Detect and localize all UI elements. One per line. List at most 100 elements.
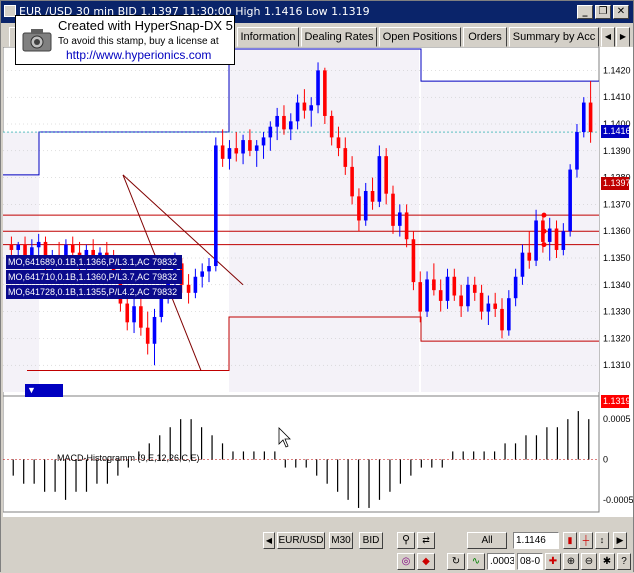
candle-body: [132, 306, 136, 323]
y-tick-label: 1.1350: [603, 253, 631, 263]
candle-body: [432, 279, 436, 291]
candle-body: [323, 70, 327, 116]
macd-label: MACD-Histogramm (9,E,12,26,C,E): [57, 453, 200, 463]
macd-tick-label: 0.0005: [603, 414, 631, 424]
candle-body: [418, 282, 423, 312]
tab-open-positions[interactable]: Open Positions: [379, 27, 461, 47]
maximize-button[interactable]: ❐: [595, 5, 611, 19]
tab-scroll-left-icon[interactable]: ◀: [601, 27, 615, 47]
candle-body: [186, 284, 191, 293]
candle-body: [241, 140, 245, 154]
zoom-icon[interactable]: ⚲: [397, 532, 415, 549]
chart-toolbar: ◀ EUR/USD M30 BID ⚲ ⇄ All 1.1146 ▮ ┼ ↕ ▶: [1, 530, 633, 552]
tab-dealing-rates[interactable]: Dealing Rates: [301, 27, 377, 47]
candle-body: [493, 303, 497, 309]
status-bar: ◎ ◆ ↻ ∿ .0003 08-0 ✚ ⊕ ⊖ ✱ ?: [1, 551, 633, 573]
y-tick-label: 1.1420: [603, 65, 631, 75]
order-label-3[interactable]: MO,641728,0.1B,1.1355,P/L4.2,AC 79832: [6, 285, 182, 299]
candle-body: [36, 241, 41, 248]
settings-icon[interactable]: ✱: [599, 553, 615, 570]
minimize-button[interactable]: _: [577, 5, 593, 19]
candle-body: [220, 145, 225, 159]
stamp-line-2: To avoid this stamp, buy a license at: [58, 36, 219, 47]
candle-body: [452, 276, 457, 296]
candle-body: [568, 169, 572, 232]
line-icon[interactable]: ↕: [595, 532, 609, 549]
crosshair-icon[interactable]: ◎: [397, 553, 415, 570]
macd-tick-label: 0: [603, 455, 608, 465]
close-button[interactable]: ✕: [613, 5, 629, 19]
order-label-2[interactable]: MO,641710,0.1B,1.1360,P/L3.7,AC 79832: [6, 270, 182, 284]
candle-body: [391, 193, 395, 226]
y-tick-label: 1.1410: [603, 92, 631, 102]
alert-price-tag[interactable]: ▼ 1.1260: [25, 384, 63, 408]
status-field-1: .0003: [487, 553, 515, 570]
y-tick-label: 1.1360: [603, 226, 631, 236]
candle-body: [534, 220, 538, 261]
candle-body: [329, 115, 334, 138]
bars-icon[interactable]: ┼: [579, 532, 593, 549]
y-tick-label: 1.1370: [603, 199, 631, 209]
stamp-link[interactable]: http://www.hyperionics.com: [66, 48, 211, 62]
tab-summary-by-account[interactable]: Summary by Acc: [509, 27, 599, 47]
candle-body: [295, 102, 300, 122]
camera-icon: [22, 29, 52, 52]
all-button[interactable]: All: [467, 532, 507, 549]
candle-body: [145, 327, 150, 344]
refresh-icon[interactable]: ↻: [447, 553, 465, 570]
arrows-icon[interactable]: ⇄: [417, 532, 435, 549]
help-icon[interactable]: ?: [617, 553, 631, 570]
candle-body: [588, 102, 593, 133]
symbol-button[interactable]: EUR/USD: [277, 532, 325, 549]
y-tick-label: 1.1320: [603, 333, 631, 343]
y-tick-label: 1.1330: [603, 307, 631, 317]
candle-body: [139, 306, 143, 328]
candle-body: [377, 156, 382, 202]
status-field-2: 08-0: [517, 553, 543, 570]
candle-body: [527, 252, 532, 261]
zoom-out-icon[interactable]: ⊖: [581, 553, 597, 570]
tab-orders[interactable]: Orders: [463, 27, 507, 47]
candle-body: [398, 212, 402, 226]
candle-body: [520, 252, 525, 277]
candle-body: [472, 284, 477, 293]
candle-body: [507, 298, 511, 331]
candles-icon[interactable]: ▮: [563, 532, 577, 549]
color-icon[interactable]: ✚: [545, 553, 561, 570]
timeframe-button[interactable]: M30: [329, 532, 353, 549]
candle-body: [513, 276, 518, 299]
scroll-left-icon[interactable]: ◀: [263, 532, 275, 549]
bid-button[interactable]: BID: [359, 532, 383, 549]
y-tick-label: 1.1390: [603, 146, 631, 156]
candle-body: [234, 148, 239, 154]
candle-body: [261, 137, 266, 146]
candle-body: [282, 115, 286, 130]
candle-body: [466, 284, 470, 307]
candle-body: [268, 126, 273, 138]
scroll-right-icon[interactable]: ▶: [613, 532, 627, 549]
order-label-1[interactable]: MO,641689,0.1B,1.1366,P/L3.1,AC 79832: [6, 255, 182, 269]
candle-body: [363, 191, 368, 221]
candle-body: [438, 290, 443, 301]
candle-body: [479, 292, 484, 312]
candle-body: [500, 308, 504, 331]
diamond-icon[interactable]: ◆: [417, 553, 435, 570]
candle-body: [248, 140, 252, 151]
candle-body: [302, 102, 307, 111]
candle-body: [193, 276, 198, 293]
hypersnap-stamp: Created with HyperSnap-DX 5 To avoid thi…: [15, 15, 235, 65]
candle-body: [384, 156, 388, 194]
candle-body: [152, 316, 157, 344]
candle-body: [486, 303, 491, 312]
tab-information[interactable]: Information: [237, 27, 299, 47]
indicator-icon[interactable]: ∿: [467, 553, 485, 570]
high-price-tag: 1.1416: [601, 125, 631, 138]
candle-body: [288, 121, 293, 130]
magnify-icon[interactable]: ⊕: [563, 553, 579, 570]
tab-scroll-right-icon[interactable]: ▶: [616, 27, 630, 47]
candle-body: [425, 279, 429, 312]
candle-body: [227, 148, 232, 159]
candle-body: [350, 166, 354, 197]
candle-body: [316, 70, 320, 106]
price-field[interactable]: 1.1146: [513, 532, 559, 549]
